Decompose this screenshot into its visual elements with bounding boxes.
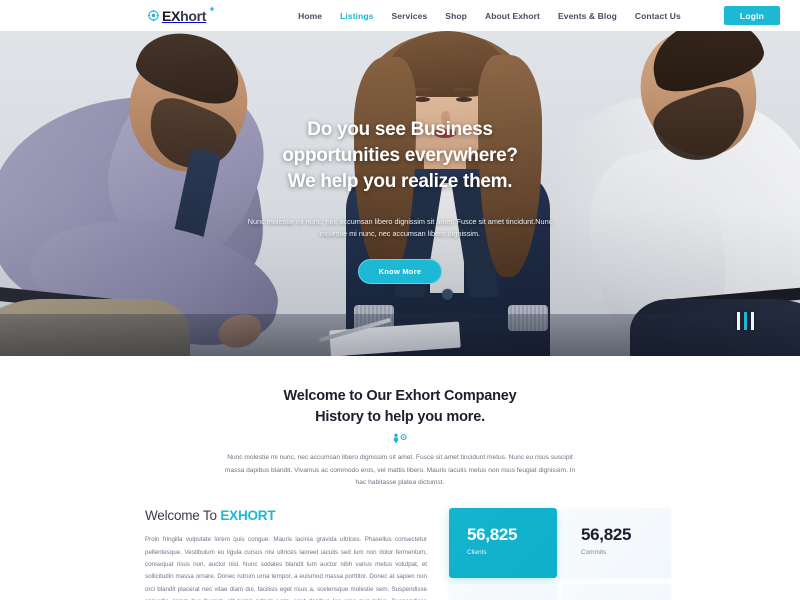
about-stats-row: Welcome To EXHORT Proin fringilla vulput… (0, 508, 800, 600)
section-description: Nunc molestie mi nunc, nec accumsan libe… (224, 454, 576, 487)
hero-title-line-3: We help you realize them. (287, 171, 513, 193)
know-more-button[interactable]: Know More (357, 258, 443, 284)
about-body-text: Proin fringilla vulputate lorem quis con… (145, 536, 427, 600)
hero-banner: Do you see Business opportunities everyw… (0, 31, 800, 356)
hero-title-line-1: Do you see Business (307, 119, 493, 140)
slider-indicator-1[interactable] (737, 312, 740, 330)
stat-card-first-year[interactable]: 50% First year of use (563, 584, 671, 600)
welcome-section: Welcome to Our Exhort Companey History t… (0, 356, 800, 600)
stat-label: Clients (467, 548, 487, 556)
map-marker-icon (393, 433, 407, 444)
stat-card-clients[interactable]: 56,825 Clients (449, 508, 557, 578)
logo-text-secondary: hort (180, 7, 207, 24)
login-button[interactable]: Login (724, 6, 780, 25)
about-heading: Welcome To EXHORT (145, 508, 427, 524)
stat-label: Commits (581, 548, 607, 556)
stats-grid: 56,825 Clients 56,825 Commits 372 Team M… (449, 508, 671, 600)
nav-item-services[interactable]: Services (392, 11, 428, 21)
stat-card-commits[interactable]: 56,825 Commits (563, 508, 671, 578)
nav-item-shop[interactable]: Shop (445, 11, 467, 21)
about-heading-plain: Welcome To (145, 508, 221, 523)
section-divider (0, 433, 800, 444)
section-title-line-1: Welcome to Our Exhort Companey (283, 388, 517, 404)
slider-indicator-3[interactable] (751, 312, 754, 330)
site-header: EXhort Home Listings Services Shop About… (0, 0, 800, 31)
location-pin-icon (148, 10, 159, 21)
hero-title: Do you see Business opportunities everyw… (240, 117, 560, 196)
hero-subtitle: Nunc molestie mi nunc, nec accumsan libe… (247, 216, 553, 239)
section-title-line-2: History to help you more. (315, 409, 485, 426)
slider-indicator-2[interactable] (744, 312, 747, 330)
nav-item-about-exhort[interactable]: About Exhort (485, 11, 540, 21)
about-heading-accent: EXHORT (220, 508, 276, 523)
nav-item-contact-us[interactable]: Contact Us (635, 11, 681, 21)
logo-text-primary: EX (162, 7, 181, 24)
stat-value: 56,825 (581, 525, 632, 544)
nav-item-home[interactable]: Home (298, 11, 322, 21)
stat-value: 56,825 (467, 525, 518, 544)
main-navigation: Home Listings Services Shop About Exhort… (298, 11, 681, 21)
stat-card-team-member[interactable]: 372 Team Member (449, 584, 557, 600)
logo-text: EXhort (162, 9, 206, 23)
about-column: Welcome To EXHORT Proin fringilla vulput… (145, 508, 427, 600)
hero-title-line-2: opportunities everywhere? (282, 145, 518, 167)
site-logo[interactable]: EXhort (148, 5, 216, 23)
nav-item-events-blog[interactable]: Events & Blog (558, 11, 617, 21)
hero-slider-controls (737, 312, 754, 330)
nav-item-listings[interactable]: Listings (340, 11, 373, 21)
hero-content: Do you see Business opportunities everyw… (0, 117, 800, 284)
spark-icon (209, 5, 216, 12)
section-title: Welcome to Our Exhort Companey History t… (0, 386, 800, 428)
